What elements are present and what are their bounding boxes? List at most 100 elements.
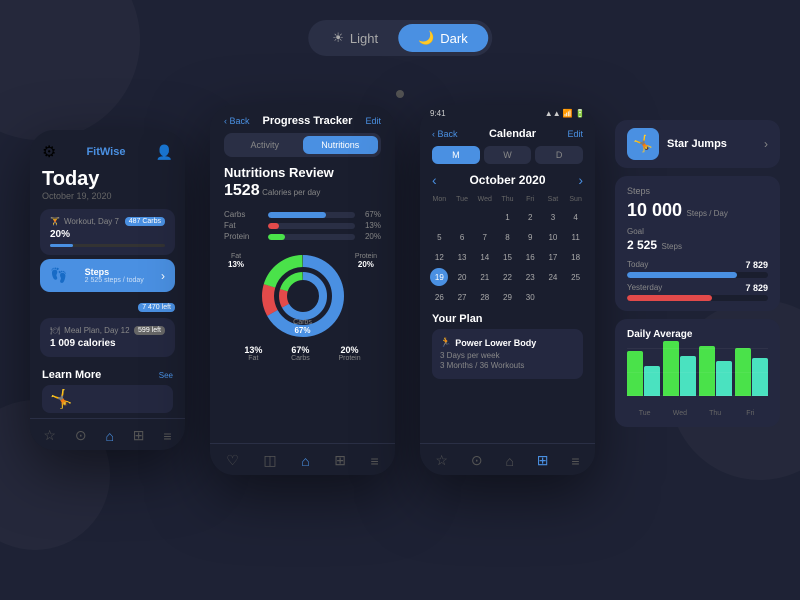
cal-day[interactable]: 29: [498, 288, 516, 306]
cal-day[interactable]: 10: [544, 228, 562, 246]
nav-tracker[interactable]: ⊙: [75, 427, 87, 444]
dark-mode-button[interactable]: 🌙 Dark: [398, 24, 488, 52]
nav2-calendar[interactable]: ⊞: [334, 452, 346, 469]
cal-day[interactable]: 8: [498, 228, 516, 246]
carbs-track: [268, 212, 355, 218]
your-plan-section: Your Plan 🏃 Power Lower Body 3 Days per …: [420, 307, 595, 381]
your-plan-title: Your Plan: [432, 313, 583, 325]
gear-icon[interactable]: ⚙: [42, 142, 56, 162]
steps-label: Steps: [85, 267, 144, 277]
cal-day[interactable]: 11: [567, 228, 585, 246]
cal-day[interactable]: 23: [521, 268, 539, 286]
carbs-pct: 67%: [361, 210, 381, 219]
cal-day[interactable]: 27: [453, 288, 471, 306]
chart-container: Tue Wed Thu Fri: [627, 348, 768, 417]
nav-home[interactable]: ⌂: [105, 428, 113, 444]
cal-day[interactable]: 12: [430, 248, 448, 266]
exercise-figure-icon: 🤸: [633, 134, 653, 154]
cal-day[interactable]: 16: [521, 248, 539, 266]
cal-back-button[interactable]: ‹ Back: [432, 129, 458, 139]
cal-day[interactable]: 2: [521, 208, 539, 226]
tab-bar: Activity Nutritions: [224, 133, 381, 157]
daily-avg-card: Daily Average: [615, 319, 780, 427]
plan-card[interactable]: 🏃 Power Lower Body 3 Days per week 3 Mon…: [432, 329, 583, 379]
fat-track: [268, 223, 355, 229]
nav3-calendar[interactable]: ⊞: [537, 452, 549, 469]
cal-day[interactable]: 7: [476, 228, 494, 246]
nav2-menu[interactable]: ≡: [371, 453, 379, 469]
cal-day[interactable]: 21: [476, 268, 494, 286]
label-tue: Tue: [627, 410, 662, 417]
workout-progress-bar: [50, 244, 165, 247]
today-subtitle: October 19, 2020: [30, 191, 185, 201]
cal-day[interactable]: 14: [476, 248, 494, 266]
see-more-link[interactable]: See: [159, 371, 173, 380]
nav-menu[interactable]: ≡: [163, 428, 171, 444]
cal-day[interactable]: 25: [567, 268, 585, 286]
today-bar-label: Today 7 829: [627, 260, 768, 270]
nav2-favorites[interactable]: ♡: [226, 452, 239, 469]
dark-label: Dark: [440, 31, 467, 46]
learn-more-section: Learn More See 🤸: [30, 361, 185, 417]
cal-day[interactable]: 6: [453, 228, 471, 246]
cal-day[interactable]: 28: [476, 288, 494, 306]
workout-card[interactable]: 🏋 Workout, Day 7 487 Carbs 20%: [40, 209, 175, 255]
protein-pct: 20%: [361, 232, 381, 241]
cal-day-today[interactable]: 19: [430, 268, 448, 286]
nav2-tracker[interactable]: ◫: [263, 452, 276, 469]
daily-avg-title: Daily Average: [627, 329, 768, 340]
star-jumps-card[interactable]: 🤸 Star Jumps ›: [615, 120, 780, 168]
cal-day[interactable]: 30: [521, 288, 539, 306]
cal-day[interactable]: 5: [430, 228, 448, 246]
phone2-nav: ♡ ◫ ⌂ ⊞ ≡: [210, 443, 395, 475]
carbs-label: Carbs: [224, 210, 262, 219]
steps-card[interactable]: 👣 Steps 2 525 steps / today ›: [40, 259, 175, 292]
cal-day[interactable]: 17: [544, 248, 562, 266]
learn-more-preview: 🤸: [42, 385, 173, 413]
cal-day-names: Mon Tue Wed Thu Fri Sat Sun: [420, 192, 595, 207]
carbs-fill: [268, 212, 326, 218]
cal-day[interactable]: 20: [453, 268, 471, 286]
cal-day[interactable]: 15: [498, 248, 516, 266]
cal-day[interactable]: 26: [430, 288, 448, 306]
cal-day[interactable]: 22: [498, 268, 516, 286]
prev-month-button[interactable]: ‹: [432, 172, 437, 188]
cal-day[interactable]: 24: [544, 268, 562, 286]
bar-fri-teal: [752, 358, 768, 396]
back-button[interactable]: ‹ Back: [224, 116, 250, 126]
edit-button[interactable]: Edit: [365, 116, 381, 126]
tab-activity[interactable]: Activity: [227, 136, 303, 154]
calories-line: 1528 Calories per day: [210, 182, 395, 208]
chart-x-labels: Tue Wed Thu Fri: [627, 410, 768, 417]
cal-edit-button[interactable]: Edit: [567, 129, 583, 139]
nav3-home[interactable]: ⌂: [505, 453, 513, 469]
nav3-tracker[interactable]: ⊙: [471, 452, 483, 469]
chart-group-fri: [735, 348, 768, 396]
tab-day[interactable]: D: [535, 146, 583, 164]
plan-days: 3 Days per week: [440, 351, 575, 360]
cal-day[interactable]: 9: [521, 228, 539, 246]
cal-day[interactable]: 18: [567, 248, 585, 266]
cal-day[interactable]: 13: [453, 248, 471, 266]
sun-icon: ☀: [332, 30, 344, 46]
next-month-button[interactable]: ›: [578, 172, 583, 188]
protein-fill: [268, 234, 285, 240]
tab-week[interactable]: W: [484, 146, 532, 164]
cal-day[interactable]: 1: [498, 208, 516, 226]
tab-month[interactable]: M: [432, 146, 480, 164]
nav-calendar[interactable]: ⊞: [133, 427, 145, 444]
light-mode-button[interactable]: ☀ Light: [312, 24, 398, 52]
nav-favorites[interactable]: ☆: [43, 427, 56, 444]
nav3-favorites[interactable]: ☆: [435, 452, 448, 469]
tab-nutrition[interactable]: Nutritions: [303, 136, 379, 154]
protein-label: Protein: [224, 232, 262, 241]
nav2-home[interactable]: ⌂: [301, 453, 309, 469]
cal-day[interactable]: 4: [567, 208, 585, 226]
cal-day[interactable]: 3: [544, 208, 562, 226]
steps-header: Steps: [627, 186, 768, 196]
bar-thu-teal: [716, 361, 732, 396]
meal-card[interactable]: 🍽 Meal Plan, Day 12 599 left 1 009 calor…: [40, 318, 175, 357]
label-thu: Thu: [698, 410, 733, 417]
chart-group-tue: [627, 351, 660, 396]
nav3-menu[interactable]: ≡: [571, 453, 579, 469]
